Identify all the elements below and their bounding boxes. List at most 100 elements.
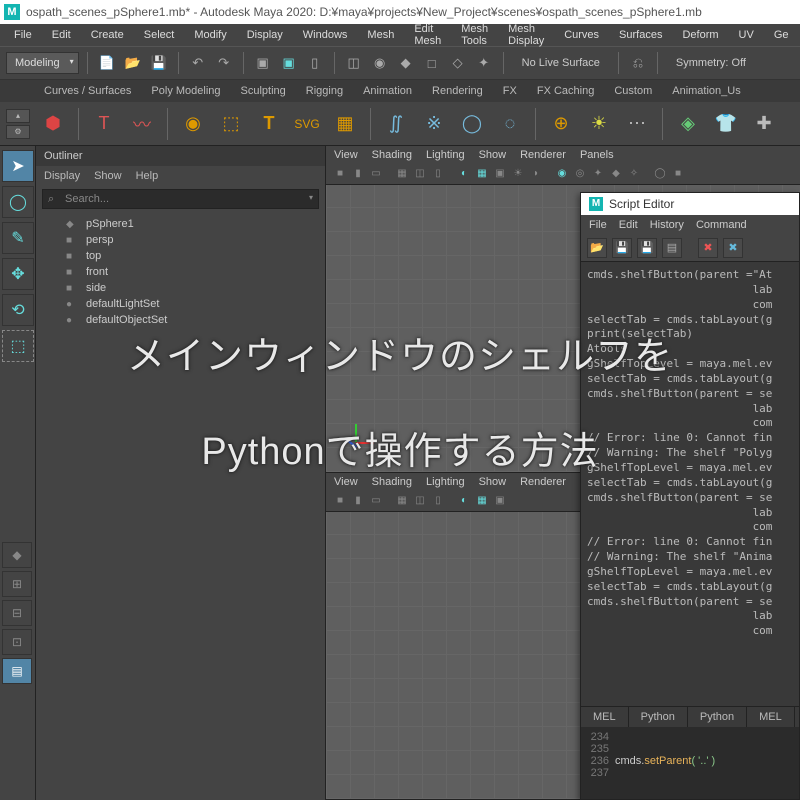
menu-uv[interactable]: UV bbox=[729, 26, 764, 44]
cloth-icon[interactable]: ◈ bbox=[673, 109, 703, 139]
se-tab-python[interactable]: Python bbox=[688, 707, 747, 727]
menu-deform[interactable]: Deform bbox=[672, 26, 728, 44]
vp-tex-icon[interactable]: ▣ bbox=[492, 166, 508, 182]
vp-menu-show[interactable]: Show bbox=[479, 476, 507, 488]
snap-curves-icon[interactable]: ◉ bbox=[369, 52, 391, 74]
select-by-hierarchy-icon[interactable]: ▣ bbox=[252, 52, 274, 74]
vp-shade-icon[interactable]: ◐ bbox=[456, 166, 472, 182]
snap-grid-icon[interactable]: ◫ bbox=[343, 52, 365, 74]
script-editor-titlebar[interactable]: M Script Editor bbox=[581, 193, 799, 215]
vp-camera-icon[interactable]: ■ bbox=[332, 166, 348, 182]
paint-select-tool[interactable]: ✎ bbox=[2, 222, 34, 254]
shelf-tab-rigging[interactable]: Rigging bbox=[296, 81, 353, 101]
menu-mesh-display[interactable]: Mesh Display bbox=[498, 20, 554, 50]
save-scene-icon[interactable]: 💾 bbox=[148, 52, 170, 74]
outliner-menu-show[interactable]: Show bbox=[94, 170, 122, 182]
vp-menu-lighting[interactable]: Lighting bbox=[426, 476, 465, 488]
more-icon[interactable]: ⋯ bbox=[622, 109, 652, 139]
script-editor-input[interactable]: 234 235 236cmds.setParent( '..' ) 237 bbox=[581, 727, 799, 799]
construction-history-icon[interactable]: ⎌ bbox=[627, 52, 649, 74]
se-menu-edit[interactable]: Edit bbox=[619, 219, 638, 231]
select-tool[interactable]: ➤ bbox=[2, 150, 34, 182]
tree-item[interactable]: ●defaultObjectSet bbox=[36, 312, 325, 328]
outliner-menu-display[interactable]: Display bbox=[44, 170, 80, 182]
layout-single-icon[interactable]: ◆ bbox=[2, 542, 32, 568]
circle-icon[interactable]: ◯ bbox=[457, 109, 487, 139]
snap-live-icon[interactable]: ✦ bbox=[473, 52, 495, 74]
vp-film-icon[interactable]: ◫ bbox=[412, 493, 428, 509]
snap-points-icon[interactable]: ◆ bbox=[395, 52, 417, 74]
create-curve-icon[interactable]: 〰 bbox=[127, 109, 157, 139]
shelf-nav-up-icon[interactable]: ▴ bbox=[6, 109, 30, 123]
shelf-tab-fxcaching[interactable]: FX Caching bbox=[527, 81, 604, 101]
scale-tool[interactable]: ⬚ bbox=[2, 330, 34, 362]
se-clear2-icon[interactable]: ✖ bbox=[723, 238, 743, 258]
tree-item[interactable]: ■persp bbox=[36, 232, 325, 248]
menu-select[interactable]: Select bbox=[134, 26, 185, 44]
shelf-tab-animation[interactable]: Animation bbox=[353, 81, 422, 101]
se-save-icon[interactable]: 💾 bbox=[637, 238, 657, 258]
grid-icon[interactable]: ▦ bbox=[330, 109, 360, 139]
lasso-tool[interactable]: ◯ bbox=[2, 186, 34, 218]
vp-mo-icon[interactable]: ✧ bbox=[626, 166, 642, 182]
layout-persp-icon[interactable]: ⊡ bbox=[2, 629, 32, 655]
menu-mesh-tools[interactable]: Mesh Tools bbox=[451, 20, 498, 50]
vp-grid-icon[interactable]: ▦ bbox=[394, 493, 410, 509]
shelf-tab-rendering[interactable]: Rendering bbox=[422, 81, 493, 101]
fluid-icon[interactable]: ∬ bbox=[381, 109, 411, 139]
shelf-tab-poly[interactable]: Poly Modeling bbox=[141, 81, 230, 101]
layout-four-icon[interactable]: ⊞ bbox=[2, 571, 32, 597]
se-menu-command[interactable]: Command bbox=[696, 219, 747, 231]
vp-menu-view[interactable]: View bbox=[334, 476, 358, 488]
vp-menu-show[interactable]: Show bbox=[479, 149, 507, 161]
vp-camera-icon[interactable]: ■ bbox=[332, 493, 348, 509]
snap-view-icon[interactable]: ◇ bbox=[447, 52, 469, 74]
menu-modify[interactable]: Modify bbox=[184, 26, 236, 44]
vp-menu-renderer[interactable]: Renderer bbox=[520, 476, 566, 488]
move-tool[interactable]: ✥ bbox=[2, 258, 34, 290]
outliner-menu-help[interactable]: Help bbox=[136, 170, 159, 182]
create-text-icon[interactable]: T bbox=[89, 109, 119, 139]
particle-icon[interactable]: ※ bbox=[419, 109, 449, 139]
menu-display[interactable]: Display bbox=[237, 26, 293, 44]
vp-menu-renderer[interactable]: Renderer bbox=[520, 149, 566, 161]
vp-menu-panels[interactable]: Panels bbox=[580, 149, 614, 161]
script-editor-output[interactable]: cmds.shelfButton(parent ="At lab com sel… bbox=[581, 262, 799, 706]
menu-set-selector[interactable]: Modeling bbox=[6, 52, 79, 74]
vp-light-icon[interactable]: ☀ bbox=[510, 166, 526, 182]
se-clear-icon[interactable]: ✖ bbox=[698, 238, 718, 258]
shelf-nav-gear-icon[interactable]: ⚙ bbox=[6, 125, 30, 139]
se-menu-file[interactable]: File bbox=[589, 219, 607, 231]
vp-film-icon[interactable]: ◫ bbox=[412, 166, 428, 182]
sphere-icon[interactable]: ◉ bbox=[178, 109, 208, 139]
se-tab-python[interactable]: Python bbox=[629, 707, 688, 727]
se-save-icon[interactable]: 💾 bbox=[612, 238, 632, 258]
shelf-tab-sculpting[interactable]: Sculpting bbox=[231, 81, 296, 101]
vp-menu-lighting[interactable]: Lighting bbox=[426, 149, 465, 161]
vp-wire-icon[interactable]: ▦ bbox=[474, 493, 490, 509]
joint-icon[interactable]: ⊕ bbox=[546, 109, 576, 139]
vp-expose-icon[interactable]: ◯ bbox=[652, 166, 668, 182]
type-icon[interactable]: T bbox=[254, 109, 284, 139]
undo-icon[interactable]: ↶ bbox=[187, 52, 209, 74]
se-saveall-icon[interactable]: ▤ bbox=[662, 238, 682, 258]
vp-menu-view[interactable]: View bbox=[334, 149, 358, 161]
light-icon[interactable]: ☀ bbox=[584, 109, 614, 139]
menu-mesh[interactable]: Mesh bbox=[357, 26, 404, 44]
shelf-tab-fx[interactable]: FX bbox=[493, 81, 527, 101]
live-surface-label[interactable]: No Live Surface bbox=[512, 57, 610, 69]
vp-grid-icon[interactable]: ▦ bbox=[394, 166, 410, 182]
shelf-tab-curves[interactable]: Curves / Surfaces bbox=[34, 81, 141, 101]
menu-curves[interactable]: Curves bbox=[554, 26, 609, 44]
vp-xray-icon[interactable]: ◎ bbox=[572, 166, 588, 182]
open-scene-icon[interactable]: 📂 bbox=[122, 52, 144, 74]
symmetry-label[interactable]: Symmetry: Off bbox=[666, 57, 756, 69]
shelf-tab-custom[interactable]: Custom bbox=[604, 81, 662, 101]
se-tab-mel[interactable]: MEL bbox=[581, 707, 629, 727]
menu-file[interactable]: File bbox=[4, 26, 42, 44]
ring-icon[interactable]: ◌ bbox=[495, 109, 525, 139]
vp-shadow-icon[interactable]: ◗ bbox=[528, 166, 544, 182]
snap-planes-icon[interactable]: □ bbox=[421, 52, 443, 74]
plus-icon[interactable]: ✚ bbox=[749, 109, 779, 139]
vp-isolate-icon[interactable]: ◉ bbox=[554, 166, 570, 182]
